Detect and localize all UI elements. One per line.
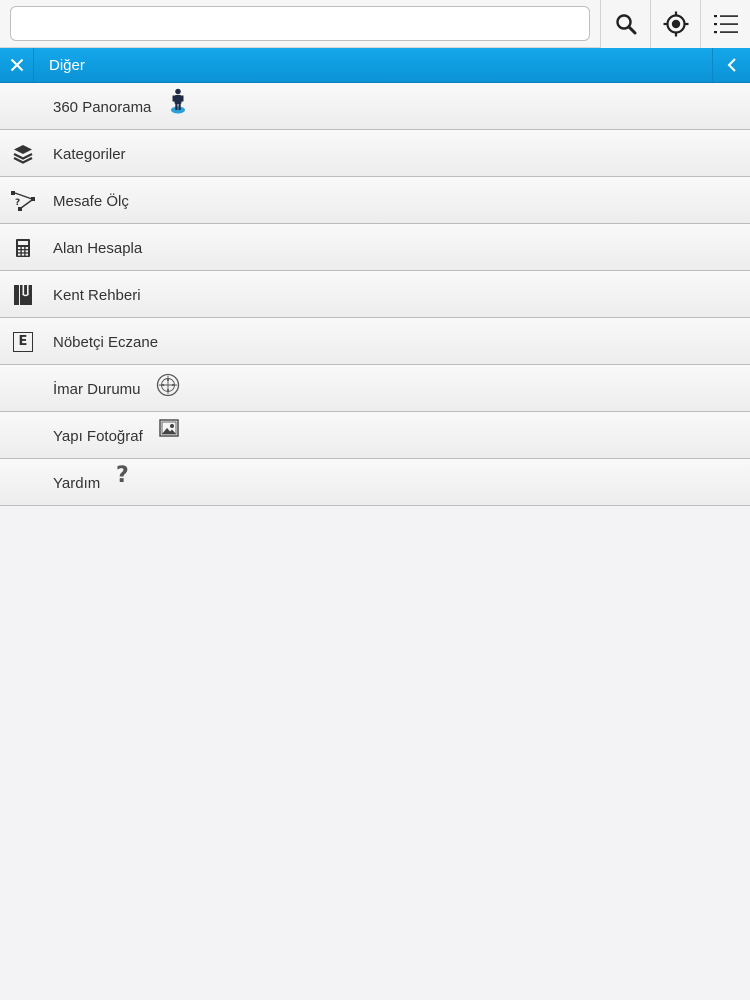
menu-item-label: Kent Rehberi [53, 287, 141, 304]
pharmacy-e-icon: E [10, 330, 36, 354]
svg-text:?: ? [15, 198, 20, 208]
menu-item-label: İmar Durumu [53, 381, 141, 398]
top-toolbar [0, 0, 750, 48]
close-button[interactable] [0, 48, 34, 82]
city-guide-book-icon [10, 283, 36, 307]
menu-item-yardim[interactable]: Yardım ? [0, 459, 750, 506]
calculator-icon [10, 236, 36, 260]
menu-item-label: Kategoriler [53, 146, 126, 163]
menu-item-label: Yardım [53, 475, 101, 492]
back-button[interactable] [712, 48, 750, 82]
locate-button[interactable] [650, 0, 700, 48]
menu-item-label: Mesafe Ölç [53, 193, 129, 210]
menu-item-label: Nöbetçi Eczane [53, 334, 159, 351]
menu-item-imar-durumu[interactable]: İmar Durumu [0, 365, 750, 412]
panel-title: Diğer [49, 57, 85, 74]
menu-item-alan-hesapla[interactable]: Alan Hesapla [0, 224, 750, 271]
menu-item-yapi-fotograf[interactable]: Yapı Fotoğraf [0, 412, 750, 459]
pegman-icon [168, 88, 188, 116]
list-menu-button[interactable] [700, 0, 750, 48]
close-icon [10, 58, 23, 72]
menu-item-kent-rehberi[interactable]: Kent Rehberi [0, 271, 750, 318]
search-input[interactable] [10, 6, 590, 41]
layers-icon [10, 142, 36, 166]
measure-distance-icon: ? [10, 189, 36, 213]
zoning-compass-icon [156, 373, 180, 397]
menu-list: 360 Panorama Kategoriler ? Mesafe Ölç Al… [0, 83, 750, 506]
photo-icon [159, 419, 179, 439]
menu-item-360-panorama[interactable]: 360 Panorama [0, 83, 750, 130]
list-menu-icon [713, 15, 738, 34]
menu-item-label: 360 Panorama [53, 99, 152, 116]
chevron-left-icon [727, 58, 736, 72]
search-button[interactable] [600, 0, 650, 48]
menu-item-nobetci-eczane[interactable]: E Nöbetçi Eczane [0, 318, 750, 365]
menu-item-kategoriler[interactable]: Kategoriler [0, 130, 750, 177]
search-icon [615, 14, 636, 35]
help-icon: ? [116, 463, 129, 488]
locate-icon [663, 11, 688, 37]
panel-header: Diğer [0, 48, 750, 83]
menu-item-label: Alan Hesapla [53, 240, 143, 257]
menu-item-label: Yapı Fotoğraf [53, 428, 143, 445]
menu-item-mesafe-olc[interactable]: ? Mesafe Ölç [0, 177, 750, 224]
